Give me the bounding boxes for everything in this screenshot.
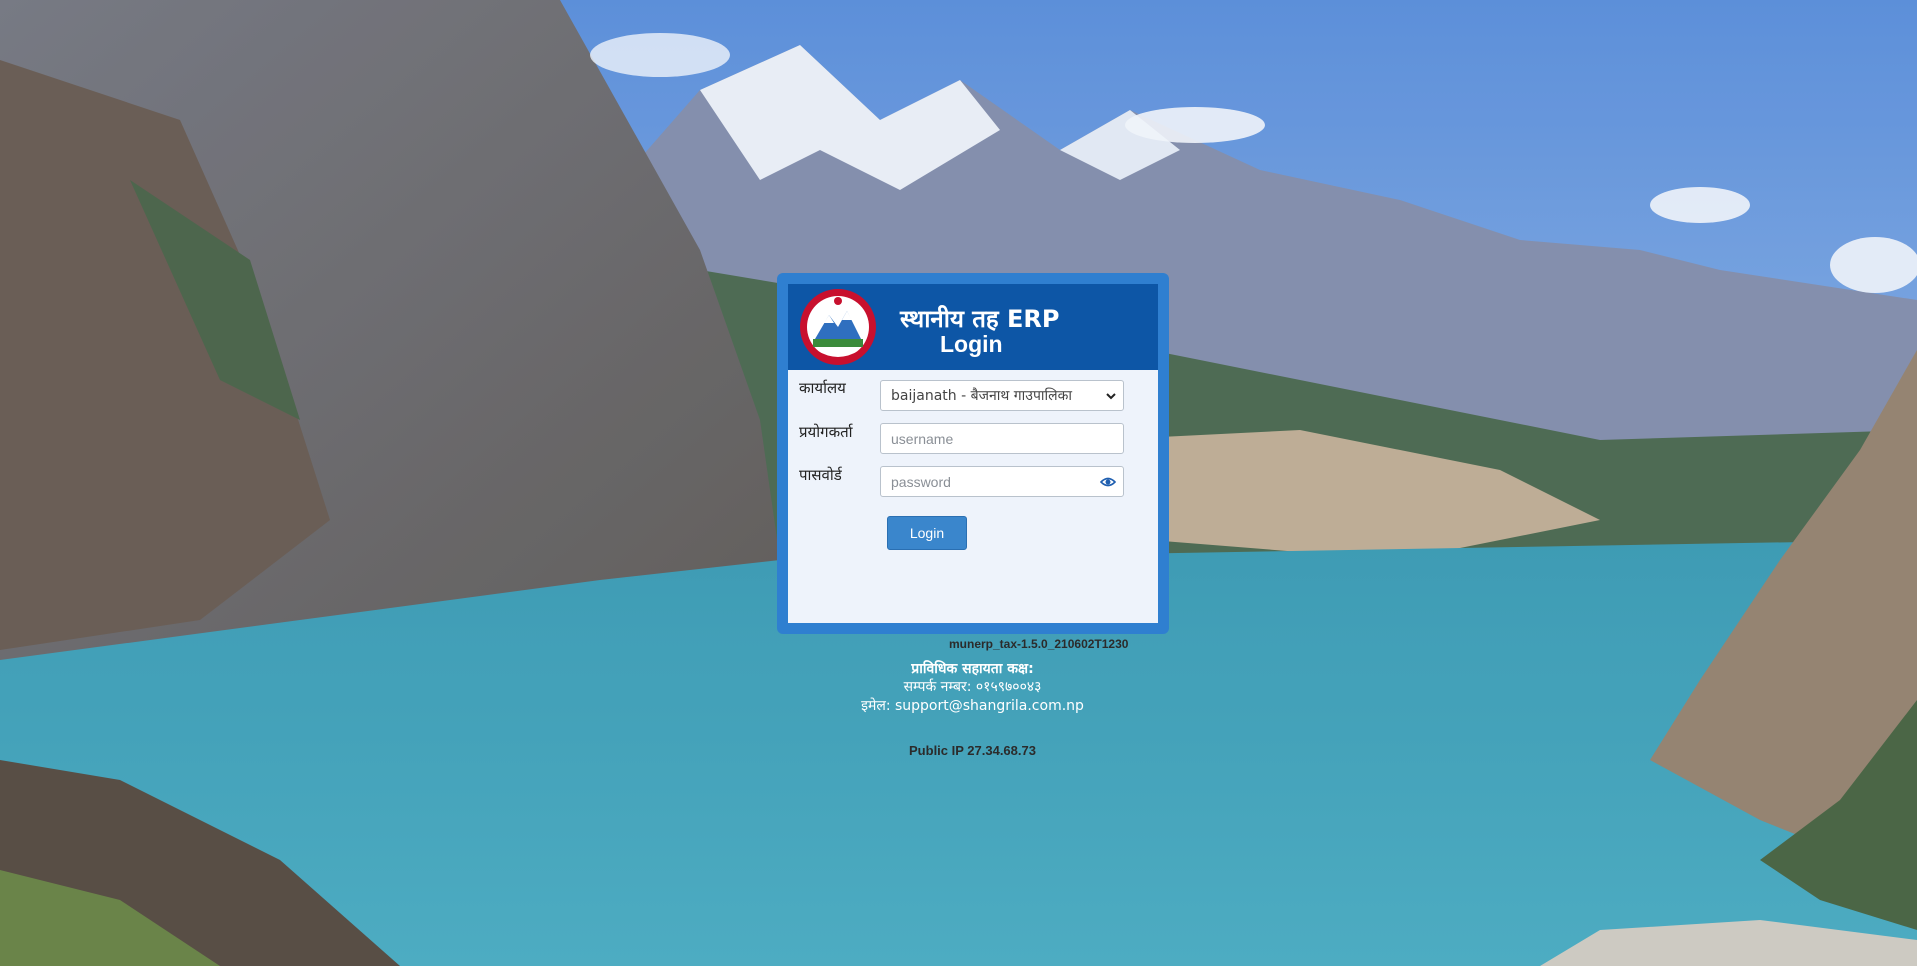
nepal-emblem-icon <box>800 289 876 365</box>
login-panel: स्थानीय तह ERP Login कार्यालय baijanath … <box>777 273 1169 634</box>
support-title: प्राविधिक सहायता कक्ष: <box>911 661 1034 677</box>
office-label: कार्यालय <box>799 379 846 397</box>
office-select[interactable]: baijanath - बैजनाथ गाउपालिका <box>880 380 1124 411</box>
login-form: कार्यालय baijanath - बैजनाथ गाउपालिका प्… <box>788 370 1158 623</box>
version-text: munerp_tax-1.5.0_210602T1230 <box>949 637 1129 651</box>
username-label: प्रयोगकर्ता <box>799 423 853 441</box>
support-email: इमेल: support@shangrila.com.np <box>861 698 1084 714</box>
support-contact: सम्पर्क नम्बर: ०१५९७००४३ <box>903 679 1042 695</box>
password-label: पासवोर्ड <box>799 466 842 484</box>
eye-icon[interactable] <box>1100 475 1116 489</box>
login-button[interactable]: Login <box>887 516 967 550</box>
login-subtitle: Login <box>940 331 1003 357</box>
chevron-down-icon <box>1106 393 1116 400</box>
office-select-value: baijanath - बैजनाथ गाउपालिका <box>891 388 1073 404</box>
username-placeholder: username <box>891 430 954 447</box>
username-input[interactable]: username <box>880 423 1124 454</box>
password-input[interactable]: password <box>880 466 1124 497</box>
password-placeholder: password <box>891 473 951 490</box>
login-header: स्थानीय तह ERP Login <box>788 284 1158 370</box>
public-ip-text: Public IP 27.34.68.73 <box>909 743 1036 758</box>
